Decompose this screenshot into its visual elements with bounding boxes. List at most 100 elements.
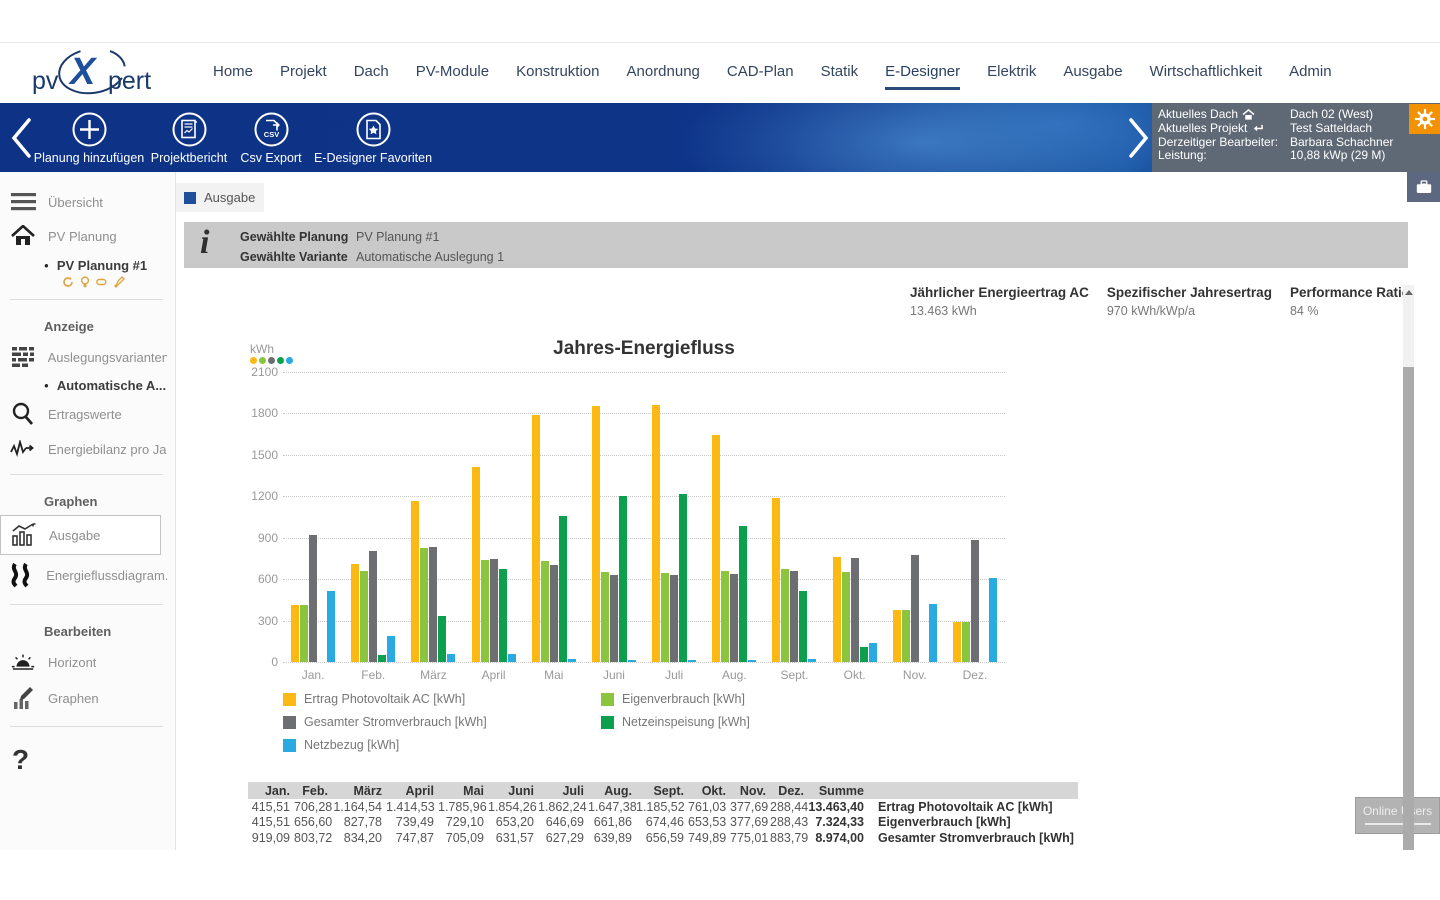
pvxpert-logo[interactable]: pv X pert <box>28 49 158 101</box>
table-header-cell: Juni <box>488 784 538 798</box>
nav-item-home[interactable]: Home <box>213 57 253 90</box>
planning-status-icons <box>0 275 175 290</box>
table-cell: 674,46 <box>636 815 688 829</box>
svg-text:CSV: CSV <box>263 130 278 139</box>
home-icon <box>10 225 36 247</box>
nav-item-cadplan[interactable]: CAD-Plan <box>727 57 794 90</box>
legend-item-4[interactable]: Netzbezug [kWh] <box>283 738 601 752</box>
kpi-value: 84 % <box>1290 304 1410 318</box>
table-cell: 631,57 <box>488 831 538 845</box>
bar-netzbezug <box>508 654 516 662</box>
nav-item-anordnung[interactable]: Anordnung <box>627 57 700 90</box>
bar-group-april <box>464 372 524 662</box>
sidebar-item-pvplanung[interactable]: PV Planung <box>0 218 175 254</box>
bar-gesamter <box>369 551 377 662</box>
sidebar-item-energiebilanzprojahr[interactable]: Energiebilanz pro Jahr <box>0 433 175 465</box>
bar-ertrag <box>953 622 961 662</box>
x-tick-label: Jan. <box>283 668 343 682</box>
y-tick-label: 1500 <box>238 448 278 462</box>
x-tick-label: März <box>403 668 463 682</box>
table-cell: 415,51 <box>248 800 294 814</box>
bar-netzeinspeisung <box>619 496 627 662</box>
project-panel-row: Derzeitiger Bearbeiter:Barbara Schachner <box>1152 136 1440 150</box>
sidebar-item-ertragswerte[interactable]: Ertragswerte <box>0 395 175 433</box>
sidebar-item-energieflussdiagram[interactable]: Energieflussdiagram... <box>0 555 175 595</box>
sidebar-divider <box>10 474 163 475</box>
table-cell: 834,20 <box>332 831 386 845</box>
table-header-cell: Juli <box>538 784 588 798</box>
bar-gesamter <box>610 575 618 662</box>
sidebar-section-bearbeiten: Bearbeiten <box>0 614 175 645</box>
table-cell: 761,03 <box>688 800 730 814</box>
nav-item-statik[interactable]: Statik <box>821 57 859 90</box>
bar-gesamter <box>790 571 798 662</box>
project-panel-value: 10,88 kWp (29 M) <box>1290 149 1385 163</box>
sidebar-item-ausgabe[interactable]: Ausgabe <box>0 515 161 555</box>
table-cell: 705,09 <box>438 831 488 845</box>
sidebar-item-label: PV Planung <box>48 229 117 244</box>
battery-icon <box>96 276 108 288</box>
bar-netzbezug <box>628 660 636 662</box>
sidebar-item-label: Ausgabe <box>49 528 100 543</box>
legend-item-3[interactable]: Netzeinspeisung [kWh] <box>601 715 919 729</box>
bar-group-dez <box>945 372 1005 662</box>
toolbar-button-report[interactable]: Projektbericht <box>148 111 230 165</box>
table-cell: 1.185,52 <box>636 800 688 814</box>
toolbar-button-plus-circle[interactable]: Planung hinzufügen <box>30 111 148 165</box>
report-icon <box>171 111 208 148</box>
project-panel-label-text: Aktuelles Dach <box>1158 108 1238 122</box>
roof-icon <box>1242 109 1255 121</box>
scroll-up-icon[interactable] <box>1405 290 1413 295</box>
sidebar-item-label: Graphen <box>48 691 99 706</box>
nav-item-pvmodule[interactable]: PV-Module <box>416 57 489 90</box>
nav-item-wirtschaftlichkeit[interactable]: Wirtschaftlichkeit <box>1150 57 1263 90</box>
settings-button[interactable] <box>1409 104 1440 134</box>
y-tick-label: 900 <box>238 531 278 545</box>
legend-item-2[interactable]: Gesamter Stromverbrauch [kWh] <box>283 715 601 729</box>
tab-ausgabe[interactable]: Ausgabe <box>176 183 264 212</box>
chevron-right-icon[interactable] <box>1126 117 1152 159</box>
toolbar-button-favorites[interactable]: E-Designer Favoriten <box>312 111 434 165</box>
nav-item-admin[interactable]: Admin <box>1289 57 1332 90</box>
sidebar-item-horizont[interactable]: Horizont <box>0 645 175 679</box>
help-button[interactable]: ? <box>0 736 175 776</box>
tab-label: Ausgabe <box>204 190 255 205</box>
nav-item-edesigner[interactable]: E-Designer <box>885 57 960 90</box>
waveform-icon <box>10 440 36 458</box>
csv-icon: CSV <box>253 111 290 148</box>
kpi-stat: Performance Ratio84 % <box>1290 285 1410 318</box>
gridline <box>283 662 1005 663</box>
bar-netzeinspeisung <box>559 516 567 662</box>
nav-item-ausgabe[interactable]: Ausgabe <box>1063 57 1122 90</box>
scrollbar-thumb[interactable] <box>1403 367 1414 850</box>
nav-item-konstruktion[interactable]: Konstruktion <box>516 57 599 90</box>
bar-ertrag <box>351 564 359 662</box>
nav-item-dach[interactable]: Dach <box>354 57 389 90</box>
sidebar-subitem-pvplanung1[interactable]: ●PV Planung #1 <box>0 254 175 275</box>
sidebar-item-graphen[interactable]: Graphen <box>0 679 175 717</box>
nav-item-elektrik[interactable]: Elektrik <box>987 57 1036 90</box>
project-panel-label-text: Leistung: <box>1158 149 1207 163</box>
project-panel-label: Aktuelles Dach <box>1158 108 1290 122</box>
bar-netzeinspeisung <box>799 591 807 662</box>
bar-netzbezug <box>568 659 576 662</box>
kpi-stat: Spezifischer Jahresertrag970 kWh/kWp/a <box>1107 285 1272 318</box>
workspace-button[interactable] <box>1407 172 1440 202</box>
nav-item-projekt[interactable]: Projekt <box>280 57 327 90</box>
project-panel-value: Dach 02 (West) <box>1290 108 1373 122</box>
x-tick-label: Dez. <box>945 668 1005 682</box>
table-header-cell: März <box>332 784 386 798</box>
toolbar-button-csv[interactable]: CSVCsv Export <box>233 111 309 165</box>
bar-eigenverbrauch <box>420 548 428 662</box>
sidebar-item-bersicht[interactable]: Übersicht <box>0 186 175 218</box>
legend-item-0[interactable]: Ertrag Photovoltaik AC [kWh] <box>283 692 601 706</box>
legend-item-1[interactable]: Eigenverbrauch [kWh] <box>601 692 919 706</box>
online-users-button[interactable]: Online Users <box>1355 797 1440 834</box>
table-sum-cell: 13.463,40 <box>808 800 868 814</box>
sidebar-item-auslegungsvarianten[interactable]: Auslegungsvarianten <box>0 340 175 374</box>
sidebar: ÜbersichtPV Planung●PV Planung #1Anzeige… <box>0 172 176 850</box>
bar-netzbezug <box>447 654 455 662</box>
vertical-scrollbar[interactable] <box>1403 285 1414 850</box>
sidebar-subitem-automatischea[interactable]: ●Automatische A... <box>0 374 175 395</box>
table-cell: 288,43 <box>770 815 808 829</box>
